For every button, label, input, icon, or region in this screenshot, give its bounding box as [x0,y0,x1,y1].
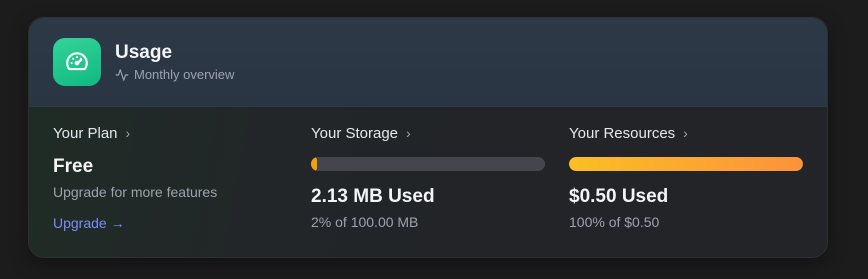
subtitle-text: Monthly overview [134,67,235,82]
usage-header: Usage Monthly overview [29,18,827,107]
plan-title: Your Plan [53,125,118,142]
storage-title: Your Storage [311,125,399,142]
plan-title-link[interactable]: Your Plan › [53,123,130,144]
usage-card: Usage Monthly overview Your Plan › Free U… [28,17,828,258]
chevron-right-icon: › [683,125,688,141]
storage-title-link[interactable]: Your Storage › [311,123,411,144]
resources-used: $0.50 Used [569,186,669,207]
resources-progress-fill [569,157,803,171]
storage-progress-fill [311,157,317,171]
storage-detail: 2% of 100.00 MB [311,214,419,230]
usage-body: Your Plan › Free Upgrade for more feature… [29,107,827,257]
resources-title: Your Resources [569,125,676,142]
storage-used: 2.13 MB Used [311,186,435,207]
upgrade-link[interactable]: Upgrade → [53,214,125,232]
storage-progress-bar [311,157,545,171]
plan-description: Upgrade for more features [53,184,218,200]
activity-icon [115,68,129,82]
header-subtitle: Monthly overview [115,67,234,83]
chevron-right-icon: › [125,125,131,141]
page-title: Usage [115,42,173,63]
resources-progress-bar [569,157,803,171]
resources-detail: 100% of $0.50 [569,214,660,230]
chevron-right-icon: › [406,125,411,141]
plan-name: Free [53,156,94,177]
speedometer-icon [53,38,101,86]
resources-title-link[interactable]: Your Resources › [569,123,688,144]
